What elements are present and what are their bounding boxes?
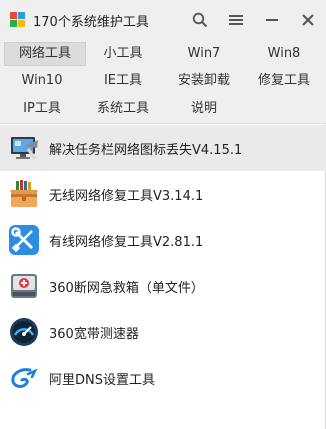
search-icon [192, 12, 208, 28]
list-item[interactable]: 解决任务栏网络图标丢失V4.15.1 [0, 125, 326, 171]
tab-about[interactable]: 说明 [163, 97, 245, 121]
menu-button[interactable] [224, 8, 248, 32]
list-item[interactable]: 阿里DNS设置工具 [0, 355, 326, 401]
tab-ie-tools[interactable]: IE工具 [82, 69, 164, 93]
wrench-screwdriver-icon [9, 225, 39, 255]
menu-icon [229, 15, 243, 25]
tab-system-tools[interactable]: 系统工具 [82, 97, 164, 121]
close-icon [302, 14, 314, 26]
tab-win8[interactable]: Win8 [243, 42, 325, 66]
search-button[interactable] [188, 8, 212, 32]
minimize-icon [266, 19, 278, 21]
first-aid-kit-icon [11, 274, 37, 298]
category-tabs: 网络工具 小工具 Win7 Win8 Win10 IE工具 安装卸载 修复工具 … [0, 40, 326, 124]
window-title: 170个系统维护工具 [33, 15, 149, 30]
tool-label: 360宽带测速器 [49, 327, 139, 342]
app-window: 170个系统维护工具 网络工具 小工具 Win7 Win8 Win10 IE工具… [0, 0, 326, 429]
app-logo-icon [10, 12, 26, 28]
minimize-button[interactable] [260, 8, 284, 32]
monitor-network-icon [11, 137, 38, 160]
tab-win7[interactable]: Win7 [163, 42, 245, 66]
title-bar: 170个系统维护工具 [0, 0, 326, 40]
aliyun-logo-icon [11, 368, 38, 388]
close-button[interactable] [296, 8, 320, 32]
tool-label: 360断网急救箱（单文件） [49, 281, 204, 296]
tool-label: 无线网络修复工具V3.14.1 [49, 189, 204, 204]
tab-ip-tools[interactable]: IP工具 [1, 97, 83, 121]
tab-repair-tools[interactable]: 修复工具 [243, 69, 325, 93]
list-item[interactable]: 360宽带测速器 [0, 309, 326, 355]
list-item[interactable]: 无线网络修复工具V3.14.1 [0, 171, 326, 217]
list-item[interactable]: 360断网急救箱（单文件） [0, 263, 326, 309]
tab-win10[interactable]: Win10 [1, 69, 83, 93]
tool-label: 有线网络修复工具V2.81.1 [49, 235, 204, 250]
list-item[interactable]: 有线网络修复工具V2.81.1 [0, 217, 326, 263]
tool-label: 解决任务栏网络图标丢失V4.15.1 [49, 143, 243, 158]
tool-label: 阿里DNS设置工具 [49, 373, 155, 388]
tab-install-uninstall[interactable]: 安装卸载 [163, 69, 245, 93]
toolbox-icon [10, 180, 38, 207]
tab-small-tools[interactable]: 小工具 [82, 42, 164, 66]
speedometer-icon [10, 318, 38, 346]
tab-network-tools[interactable]: 网络工具 [4, 42, 86, 66]
